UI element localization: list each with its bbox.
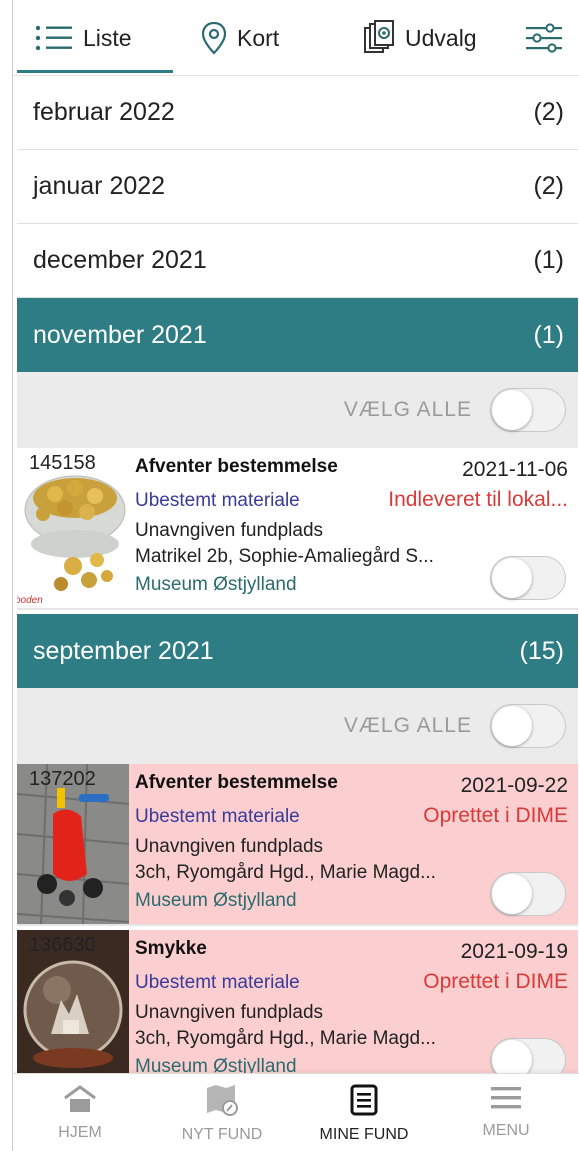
month-row-september-2021[interactable]: september 2021 (15) <box>17 614 578 688</box>
find-status: Indleveret til lokal... <box>388 488 568 511</box>
month-row-februar-2022[interactable]: februar 2022 (2) <box>17 76 578 150</box>
find-place: Unavngiven fundplads <box>135 520 324 541</box>
nav-menu[interactable]: MENU <box>441 1074 571 1151</box>
find-status: Oprettet i DIME <box>423 970 568 993</box>
nav-nyt-fund-label: NYT FUND <box>181 1126 263 1143</box>
tab-udvalg[interactable]: Udvalg <box>363 0 477 76</box>
app-frame: Liste Kort Udvalg februar 2022 (2) janua… <box>12 0 579 1151</box>
find-address: 3ch, Ryomgård Hgd., Marie Magd... <box>135 862 436 883</box>
select-all-toggle[interactable] <box>490 388 566 432</box>
select-all-label: VÆLG ALLE <box>343 398 472 421</box>
select-all-toggle[interactable] <box>490 704 566 748</box>
nav-mine-fund-label: MINE FUND <box>319 1126 409 1143</box>
select-all-row: VÆLG ALLE <box>17 372 578 448</box>
month-count: (1) <box>533 320 564 349</box>
month-label: januar 2022 <box>33 172 166 200</box>
find-date: 2021-09-22 <box>460 774 568 797</box>
active-tab-indicator <box>17 70 173 73</box>
documents-icon <box>364 20 394 53</box>
find-date: 2021-09-19 <box>460 940 568 963</box>
find-place: Unavngiven fundplads <box>135 836 324 857</box>
find-card[interactable]: 136630 Smykke 2021-09-19 Ubestemt materi… <box>17 930 578 1092</box>
month-count: (15) <box>519 636 564 665</box>
nav-hjem[interactable]: HJEM <box>15 1074 145 1151</box>
thumb-caption: boden <box>17 595 43 606</box>
find-address: 3ch, Ryomgård Hgd., Marie Magd... <box>135 1028 436 1049</box>
month-label: september 2021 <box>33 636 214 665</box>
find-place: Unavngiven fundplads <box>135 1002 324 1023</box>
nav-hjem-label: HJEM <box>58 1124 102 1141</box>
find-material: Ubestemt materiale <box>135 972 300 993</box>
filter-button[interactable] <box>525 0 563 76</box>
find-id: 137202 <box>29 768 96 790</box>
select-all-row: VÆLG ALLE <box>17 688 578 764</box>
new-find-map-icon <box>207 1085 238 1116</box>
top-tab-bar: Liste Kort Udvalg <box>13 0 579 76</box>
month-label: november 2021 <box>33 320 207 349</box>
tab-udvalg-label: Udvalg <box>405 24 477 51</box>
find-card[interactable]: 137202 Afventer bestemmelse 2021-09-22 U… <box>17 764 578 926</box>
find-select-toggle[interactable] <box>490 556 566 600</box>
home-icon <box>64 1085 96 1112</box>
month-row-januar-2022[interactable]: januar 2022 (2) <box>17 150 578 224</box>
tab-kort[interactable]: Kort <box>201 0 279 76</box>
nav-mine-fund[interactable]: MINE FUND <box>299 1074 429 1151</box>
find-museum: Museum Østjylland <box>135 574 297 595</box>
nav-menu-label: MENU <box>482 1122 530 1139</box>
find-card[interactable]: boden 145158 Afventer bestemmelse 2021-1… <box>17 448 578 610</box>
month-label: december 2021 <box>33 246 207 274</box>
find-material: Ubestemt materiale <box>135 490 300 511</box>
tab-liste-label: Liste <box>83 24 132 51</box>
hamburger-menu-icon <box>491 1087 521 1109</box>
tab-kort-label: Kort <box>237 24 280 51</box>
find-title: Smykke <box>135 938 207 959</box>
nav-nyt-fund[interactable]: NYT FUND <box>157 1074 287 1151</box>
find-status: Oprettet i DIME <box>423 804 568 827</box>
find-id: 145158 <box>29 452 96 474</box>
select-all-label: VÆLG ALLE <box>343 714 472 737</box>
month-count: (2) <box>533 98 564 126</box>
month-row-december-2021[interactable]: december 2021 (1) <box>17 224 578 298</box>
find-title: Afventer bestemmelse <box>135 772 338 793</box>
bottom-navigation: HJEM NYT FUND MINE FUND MENU <box>13 1073 579 1151</box>
find-title: Afventer bestemmelse <box>135 456 338 477</box>
sliders-icon <box>526 23 562 53</box>
map-pin-icon <box>201 21 227 55</box>
find-date: 2021-11-06 <box>462 458 568 481</box>
month-count: (1) <box>533 246 564 274</box>
list-icon <box>35 25 72 51</box>
tab-liste[interactable]: Liste <box>35 0 132 76</box>
month-label: februar 2022 <box>33 98 175 126</box>
month-count: (2) <box>533 172 564 200</box>
find-id: 136630 <box>29 934 96 956</box>
document-list-icon <box>350 1084 378 1116</box>
month-row-november-2021[interactable]: november 2021 (1) <box>17 298 578 372</box>
find-select-toggle[interactable] <box>490 872 566 916</box>
find-address: Matrikel 2b, Sophie-Amaliegård S... <box>135 546 434 567</box>
find-museum: Museum Østjylland <box>135 890 297 911</box>
find-material: Ubestemt materiale <box>135 806 300 827</box>
